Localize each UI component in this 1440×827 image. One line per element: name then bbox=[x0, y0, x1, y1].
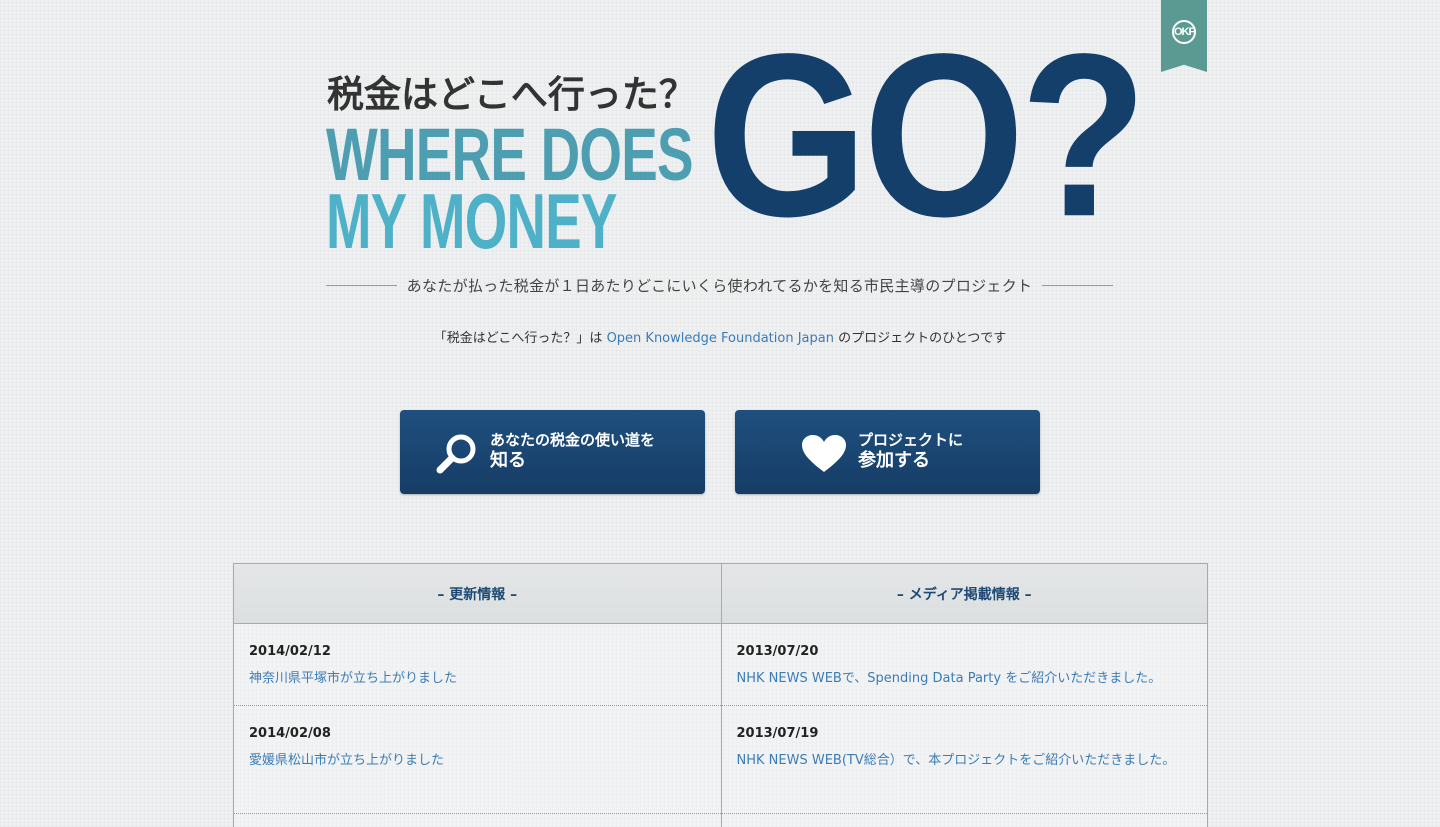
list-item: 2014/02/12 神奈川県平塚市が立ち上がりました bbox=[234, 624, 721, 706]
list-item: 2014/02/08 愛媛県松山市が立ち上がりました bbox=[234, 706, 721, 814]
divider-left bbox=[326, 284, 397, 286]
know-button-line1: あなたの税金の使い道を bbox=[490, 431, 656, 449]
heart-icon bbox=[802, 435, 846, 472]
okf-ribbon[interactable]: OKF bbox=[1161, 0, 1207, 72]
know-button-line2: 知る bbox=[490, 449, 526, 471]
media-heading: – メディア掲載情報 – bbox=[721, 564, 1207, 624]
news-link[interactable]: 神奈川県平塚市が立ち上がりました bbox=[249, 667, 706, 691]
list-item: 2013/07/19 NHK NEWS WEB(TV総合）で、本プロジェクトをご… bbox=[721, 706, 1207, 814]
okfj-link[interactable]: Open Knowledge Foundation Japan bbox=[607, 331, 834, 346]
join-button-line2: 参加する bbox=[858, 449, 930, 471]
media-link[interactable]: NHK NEWS WEB(TV総合）で、本プロジェクトをご紹介いただきました。 bbox=[737, 749, 1193, 773]
join-button[interactable]: プロジェクトに 参加する bbox=[735, 410, 1040, 494]
media-column: – メディア掲載情報 – 2013/07/20 NHK NEWS WEBで、Sp… bbox=[720, 564, 1207, 827]
project-note-suffix: のプロジェクトのひとつです bbox=[838, 331, 1007, 346]
join-button-line1: プロジェクトに bbox=[858, 431, 964, 449]
updates-heading: – 更新情報 – bbox=[234, 564, 721, 624]
japanese-title: 税金はどこへ行った？ bbox=[327, 73, 696, 116]
updates-column: – 更新情報 – 2014/02/12 神奈川県平塚市が立ち上がりました 201… bbox=[234, 564, 721, 827]
list-item: 2013/07/20 NHK NEWS WEBで、Spending Data P… bbox=[721, 624, 1207, 706]
news-link[interactable]: 愛媛県松山市が立ち上がりました bbox=[249, 749, 706, 773]
okf-logo-icon: OKF bbox=[1172, 20, 1196, 44]
project-note: 「税金はどこへ行った？」は Open Knowledge Foundation … bbox=[0, 327, 1440, 346]
tagline: あなたが払った税金が１日あたりどこにいくら使われてるかを知る市民主導のプロジェク… bbox=[406, 276, 1033, 295]
english-title-line2: MY MONEY bbox=[326, 177, 617, 265]
divider-right bbox=[1042, 284, 1113, 286]
media-date: 2013/07/20 bbox=[736, 644, 819, 659]
search-icon bbox=[436, 434, 476, 474]
news-date: 2014/02/08 bbox=[249, 726, 331, 741]
know-button-label: あなたの税金の使い道を 知る bbox=[490, 431, 655, 472]
project-note-prefix: 「税金はどこへ行った？」は bbox=[433, 331, 603, 346]
media-date: 2013/07/19 bbox=[736, 726, 819, 741]
page: OKF 税金はどこへ行った？ WHERE DOES MY MONEY GO? あ… bbox=[0, 0, 1440, 827]
tagline-row: あなたが払った税金が１日あたりどこにいくら使われてるかを知る市民主導のプロジェク… bbox=[326, 272, 1113, 298]
news-date: 2014/02/12 bbox=[249, 644, 331, 659]
know-button[interactable]: あなたの税金の使い道を 知る bbox=[400, 410, 705, 494]
news-table: – 更新情報 – 2014/02/12 神奈川県平塚市が立ち上がりました 201… bbox=[233, 563, 1208, 827]
join-button-label: プロジェクトに 参加する bbox=[858, 431, 963, 472]
media-link[interactable]: NHK NEWS WEBで、Spending Data Party をご紹介いた… bbox=[737, 667, 1193, 691]
go-logo-text: GO? bbox=[706, 6, 1147, 266]
